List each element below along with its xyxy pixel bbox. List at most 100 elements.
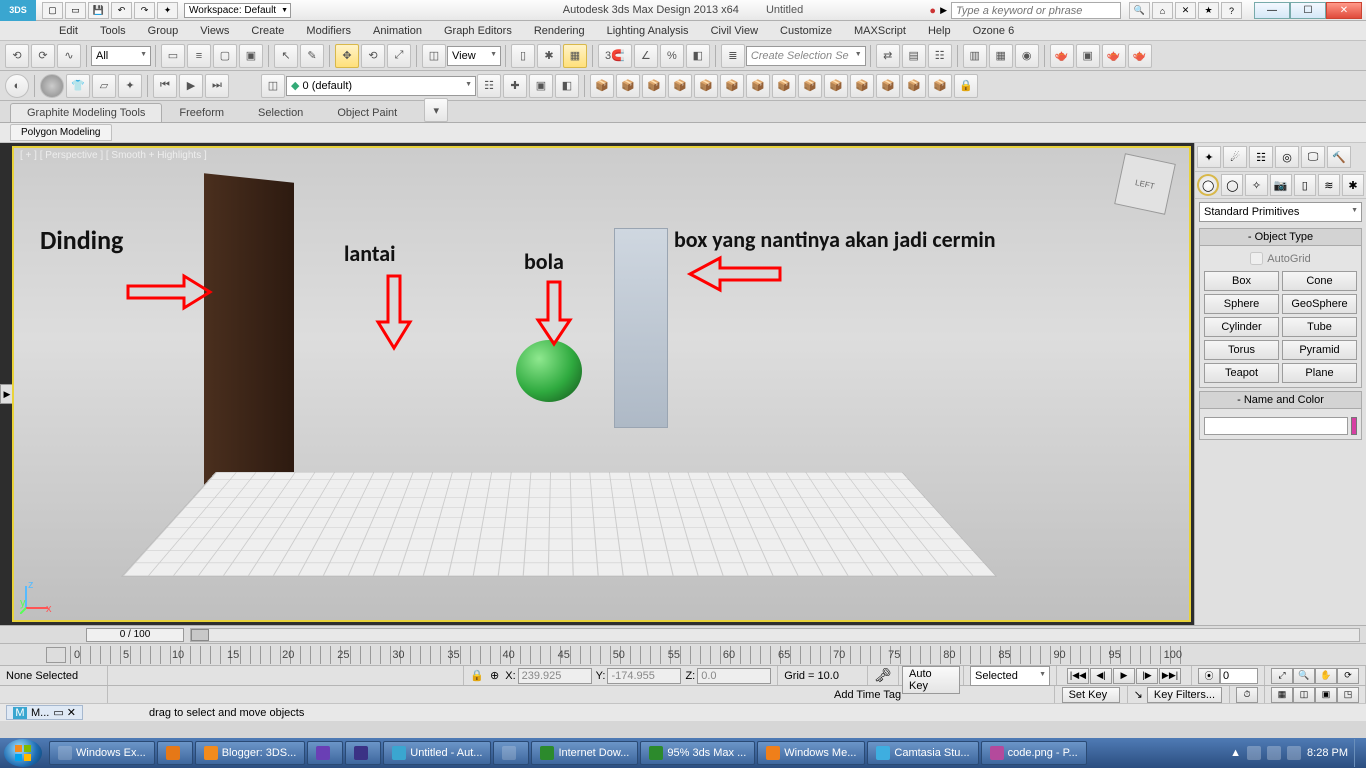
select-icon[interactable]: ↖	[274, 44, 298, 68]
viewport-label[interactable]: [ + ] [ Perspective ] [ Smooth + Highlig…	[20, 150, 207, 161]
container11-icon[interactable]: 📦	[850, 74, 874, 98]
render-setup-icon[interactable]: 🫖	[1050, 44, 1074, 68]
tab-graphite[interactable]: Graphite Modeling Tools	[10, 103, 162, 122]
manipulate-icon[interactable]: ✱	[537, 44, 561, 68]
viewcube[interactable]: LEFT	[1114, 153, 1176, 215]
primitive-teapot-button[interactable]: Teapot	[1204, 363, 1279, 383]
display-panel-icon[interactable]: 🖵	[1301, 146, 1325, 168]
abs-mode-icon[interactable]: ⊕	[490, 669, 499, 682]
open-icon[interactable]: ▭	[65, 2, 86, 19]
object-type-rollout-header[interactable]: - Object Type	[1199, 228, 1362, 246]
play-small-icon[interactable]: ▶	[179, 74, 203, 98]
percent-snap-icon[interactable]: %	[660, 44, 684, 68]
select-by-name-icon[interactable]: ≡	[187, 44, 211, 68]
layer-toggle-icon[interactable]: ◫	[261, 74, 285, 98]
eraser-icon[interactable]: ▱	[92, 74, 116, 98]
menu-edit[interactable]: Edit	[48, 25, 89, 37]
ref-coord-icon[interactable]: ◫	[422, 44, 446, 68]
key-mode-toggle-icon[interactable]: ⦿	[1198, 668, 1220, 684]
menu-views[interactable]: Views	[189, 25, 240, 37]
layer-new-icon[interactable]: ☷	[477, 74, 501, 98]
container9-icon[interactable]: 📦	[798, 74, 822, 98]
help-search-input[interactable]	[951, 2, 1121, 19]
taskbar-item-1[interactable]: Windows Ex...	[49, 741, 155, 765]
geometry-category-icon[interactable]: ◯	[1197, 174, 1219, 196]
tab-selection[interactable]: Selection	[241, 103, 320, 122]
key-icon[interactable]: ⌂	[1152, 2, 1173, 19]
primitive-geosphere-button[interactable]: GeoSphere	[1282, 294, 1357, 314]
fov-icon[interactable]: ◫	[1293, 687, 1315, 703]
next-frame-button[interactable]: |▶	[1136, 668, 1158, 684]
menu-create[interactable]: Create	[240, 25, 295, 37]
container13-icon[interactable]: 📦	[902, 74, 926, 98]
maximize-button[interactable]: ☐	[1290, 2, 1326, 19]
sphere-preview-icon[interactable]	[40, 74, 64, 98]
container-lock-icon[interactable]: 🔒	[954, 74, 978, 98]
rendered-frame-icon[interactable]: ▣	[1076, 44, 1100, 68]
scale-tool-icon[interactable]: ⤢	[387, 44, 411, 68]
infocenter-arrow-icon[interactable]: ▶	[940, 5, 947, 16]
help-icon[interactable]: ?	[1221, 2, 1242, 19]
menu-group[interactable]: Group	[137, 25, 190, 37]
tab-freeform[interactable]: Freeform	[162, 103, 241, 122]
menu-modifiers[interactable]: Modifiers	[295, 25, 362, 37]
system-tray[interactable]: ▲ 8:28 PM	[1230, 739, 1362, 767]
menu-customize[interactable]: Customize	[769, 25, 843, 37]
select-region-icon[interactable]: ▢	[213, 44, 237, 68]
exchange-icon[interactable]: ✕	[1175, 2, 1196, 19]
play-button[interactable]: ▶	[1113, 668, 1135, 684]
layer-props-icon[interactable]: ◧	[555, 74, 579, 98]
menu-tools[interactable]: Tools	[89, 25, 137, 37]
container12-icon[interactable]: 📦	[876, 74, 900, 98]
key-filters-icon[interactable]: ↘	[1134, 688, 1143, 701]
new-icon[interactable]: ▢	[42, 2, 63, 19]
menu-rendering[interactable]: Rendering	[523, 25, 596, 37]
taskbar-item-12[interactable]: code.png - P...	[981, 741, 1087, 765]
object-color-swatch[interactable]	[1351, 417, 1357, 435]
tray-flag-icon[interactable]	[1247, 746, 1261, 760]
min-max-icon[interactable]: ◳	[1337, 687, 1359, 703]
move-tool-icon[interactable]: ✥	[335, 44, 359, 68]
binoculars-icon[interactable]: 🔍	[1129, 2, 1150, 19]
window-crossing-icon[interactable]: ▣	[239, 44, 263, 68]
tray-network-icon[interactable]	[1267, 746, 1281, 760]
systems-category-icon[interactable]: ✱	[1342, 174, 1364, 196]
snap-3-icon[interactable]: 3🧲	[598, 44, 632, 68]
taskbar-item-3[interactable]: Blogger: 3DS...	[195, 741, 306, 765]
create-panel-icon[interactable]: ✦	[1197, 146, 1221, 168]
taskbar-item-8[interactable]: Internet Dow...	[531, 741, 638, 765]
lights-category-icon[interactable]: ✧	[1245, 174, 1267, 196]
link-tool-icon[interactable]: ⟲	[5, 44, 29, 68]
maximize-vp-icon[interactable]: ▣	[1315, 687, 1337, 703]
spacewarps-category-icon[interactable]: ≋	[1318, 174, 1340, 196]
pan-icon[interactable]: ✋	[1315, 668, 1337, 684]
primitive-sphere-button[interactable]: Sphere	[1204, 294, 1279, 314]
container4-icon[interactable]: 📦	[668, 74, 692, 98]
keyfilters-button[interactable]: Key Filters...	[1147, 687, 1222, 703]
x-coord-input[interactable]	[518, 668, 592, 684]
taskbar-item-5[interactable]	[345, 741, 381, 765]
start-button[interactable]	[4, 739, 42, 767]
menu-animation[interactable]: Animation	[362, 25, 433, 37]
primitive-plane-button[interactable]: Plane	[1282, 363, 1357, 383]
menu-maxscript[interactable]: MAXScript	[843, 25, 917, 37]
render-prod-icon[interactable]: 🫖	[1102, 44, 1126, 68]
tab-object-paint[interactable]: Object Paint	[320, 103, 414, 122]
taskbar-item-7[interactable]	[493, 741, 529, 765]
mini-curve-icon[interactable]	[46, 647, 66, 663]
time-ruler[interactable]: 0510152025303540455055606570758085909510…	[70, 646, 1186, 664]
prev-frame-button[interactable]: ◀|	[1090, 668, 1112, 684]
close-button[interactable]: ✕	[1326, 2, 1362, 19]
curve-editor-icon[interactable]: ▥	[963, 44, 987, 68]
key-lock-icon[interactable]: 🗝	[874, 667, 892, 684]
layer-manager-icon[interactable]: ☷	[928, 44, 952, 68]
menu-ozone6[interactable]: Ozone 6	[962, 25, 1026, 37]
taskbar-item-2[interactable]	[157, 741, 193, 765]
paint-select-icon[interactable]: ✎	[300, 44, 324, 68]
menu-civil-view[interactable]: Civil View	[700, 25, 769, 37]
perspective-viewport[interactable]: [ + ] [ Perspective ] [ Smooth + Highlig…	[12, 146, 1191, 622]
primitive-pyramid-button[interactable]: Pyramid	[1282, 340, 1357, 360]
container5-icon[interactable]: 📦	[694, 74, 718, 98]
mirror-icon[interactable]: ⇄	[876, 44, 900, 68]
layer-add-icon[interactable]: ✚	[503, 74, 527, 98]
